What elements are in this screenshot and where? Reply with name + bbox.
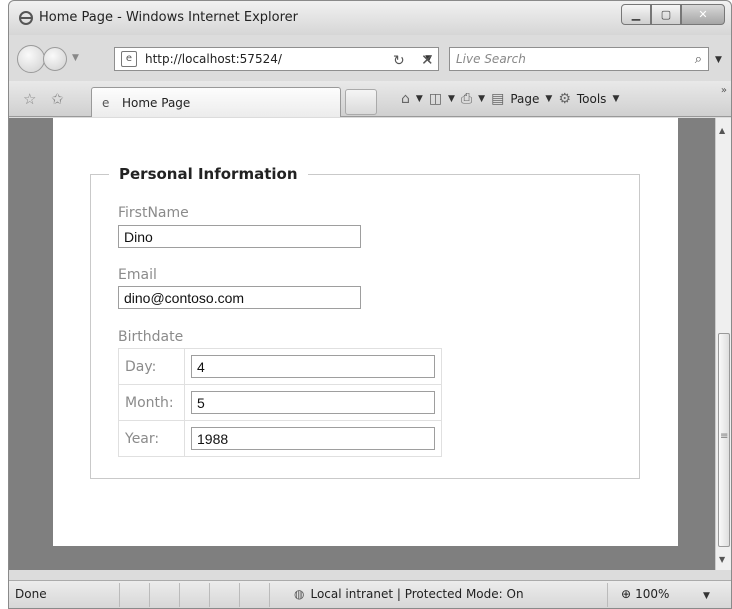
intranet-globe-icon: ◍ [294,587,305,601]
status-divider [179,583,180,607]
status-divider [119,583,120,607]
home-dropdown-icon[interactable]: ▼ [416,94,423,104]
ie-tab-icon: e [102,95,110,110]
search-icon[interactable]: ⌕ [695,52,702,67]
new-tab-button[interactable] [345,89,377,115]
feeds-dropdown-icon[interactable]: ▼ [448,94,455,104]
print-dropdown-icon[interactable]: ▼ [478,94,485,104]
search-placeholder[interactable]: Live Search [456,52,695,66]
address-url[interactable]: http://localhost:57524/ [145,52,425,66]
month-label: Month: [118,384,185,421]
search-box[interactable]: Live Search ⌕ [449,47,709,71]
vertical-scrollbar[interactable]: ▲ ≡ ▼ [715,118,731,570]
zoom-magnifier-icon: ⊕ [621,587,632,601]
zoom-control[interactable]: ⊕ 100% [621,587,669,601]
ie-icon [19,11,33,25]
maximize-button[interactable]: ▢ [651,4,681,25]
tools-gear-icon: ⚙ [558,91,571,107]
stop-icon[interactable]: ✕ [421,51,434,69]
title-bar: Home Page - Windows Internet Explorer ▁ … [9,1,731,35]
firstname-label: FirstName [118,205,189,221]
forward-button[interactable] [43,47,67,71]
scroll-down-icon[interactable]: ▼ [719,555,725,564]
page-menu-dropdown-icon[interactable]: ▼ [545,94,552,104]
day-label: Day: [118,348,185,385]
status-divider [209,583,210,607]
page-menu[interactable]: Page [510,92,539,106]
month-input[interactable] [191,391,435,414]
recent-pages-dropdown-icon[interactable]: ▼ [72,53,79,63]
back-button[interactable] [17,45,45,73]
scroll-thumb[interactable]: ≡ [718,333,730,547]
table-row: Day: [118,348,442,385]
add-favorites-icon[interactable]: ✩ [51,90,64,108]
status-text: Done [15,587,47,601]
zoom-level: 100% [635,587,670,601]
minimize-button[interactable]: ▁ [621,4,651,25]
birthdate-label: Birthdate [118,329,184,345]
tab-label: Home Page [122,95,191,110]
scroll-grip-icon: ≡ [720,431,729,442]
address-row: ▼ e http://localhost:57524/ ▼ ↻ ✕ Live S… [9,41,731,77]
tools-menu-dropdown-icon[interactable]: ▼ [612,94,619,104]
status-divider [239,583,240,607]
address-bar[interactable]: e http://localhost:57524/ ▼ [114,47,439,71]
status-divider [149,583,150,607]
security-zone[interactable]: ◍ Local intranet | Protected Mode: On [294,587,524,601]
command-bar: ⌂ ▼ ◫ ▼ ⎙ ▼ ▤ Page ▼ ⚙ Tools ▼ [401,91,619,107]
print-icon[interactable]: ⎙ [461,91,472,107]
content-viewport: Personal Information FirstName Email Bir… [9,118,715,570]
year-label: Year: [118,420,185,457]
search-options-dropdown-icon[interactable]: ▼ [715,55,722,65]
tools-menu[interactable]: Tools [577,92,607,106]
table-row: Month: [118,384,442,421]
page-icon: e [121,51,137,67]
page-menu-icon: ▤ [491,91,505,107]
scroll-up-icon[interactable]: ▲ [719,126,725,135]
refresh-icon[interactable]: ↻ [393,53,405,69]
personal-info-legend: Personal Information [119,165,298,183]
zone-text: Local intranet | Protected Mode: On [310,587,524,601]
favorites-star-icon[interactable]: ☆ [23,90,36,108]
email-input[interactable] [118,286,361,309]
page-content: Personal Information FirstName Email Bir… [53,118,678,546]
close-button[interactable]: ✕ [681,4,725,25]
home-icon[interactable]: ⌂ [401,91,410,107]
status-divider [607,583,608,607]
firstname-input[interactable] [118,225,361,248]
personal-info-fieldset: Personal Information FirstName Email Bir… [90,165,640,479]
tab-row: ☆ ✩ e Home Page ⌂ ▼ ◫ ▼ ⎙ ▼ ▤ Page ▼ ⚙ T… [9,81,731,117]
birthdate-table: Day: Month: Year: [118,348,442,457]
status-bar: Done ◍ Local intranet | Protected Mode: … [9,580,731,608]
year-input[interactable] [191,427,435,450]
email-label: Email [118,267,157,283]
day-input[interactable] [191,355,435,378]
window-title: Home Page - Windows Internet Explorer [39,10,298,25]
table-row: Year: [118,420,442,457]
window-controls: ▁ ▢ ✕ [621,4,725,25]
zoom-dropdown-icon[interactable]: ▼ [703,591,710,601]
browser-window: Home Page - Windows Internet Explorer ▁ … [8,0,732,609]
feeds-icon[interactable]: ◫ [429,91,442,107]
tab-home-page[interactable]: e Home Page [91,87,341,117]
more-commands-chevron-icon[interactable]: » [721,85,727,96]
status-divider [269,583,270,607]
